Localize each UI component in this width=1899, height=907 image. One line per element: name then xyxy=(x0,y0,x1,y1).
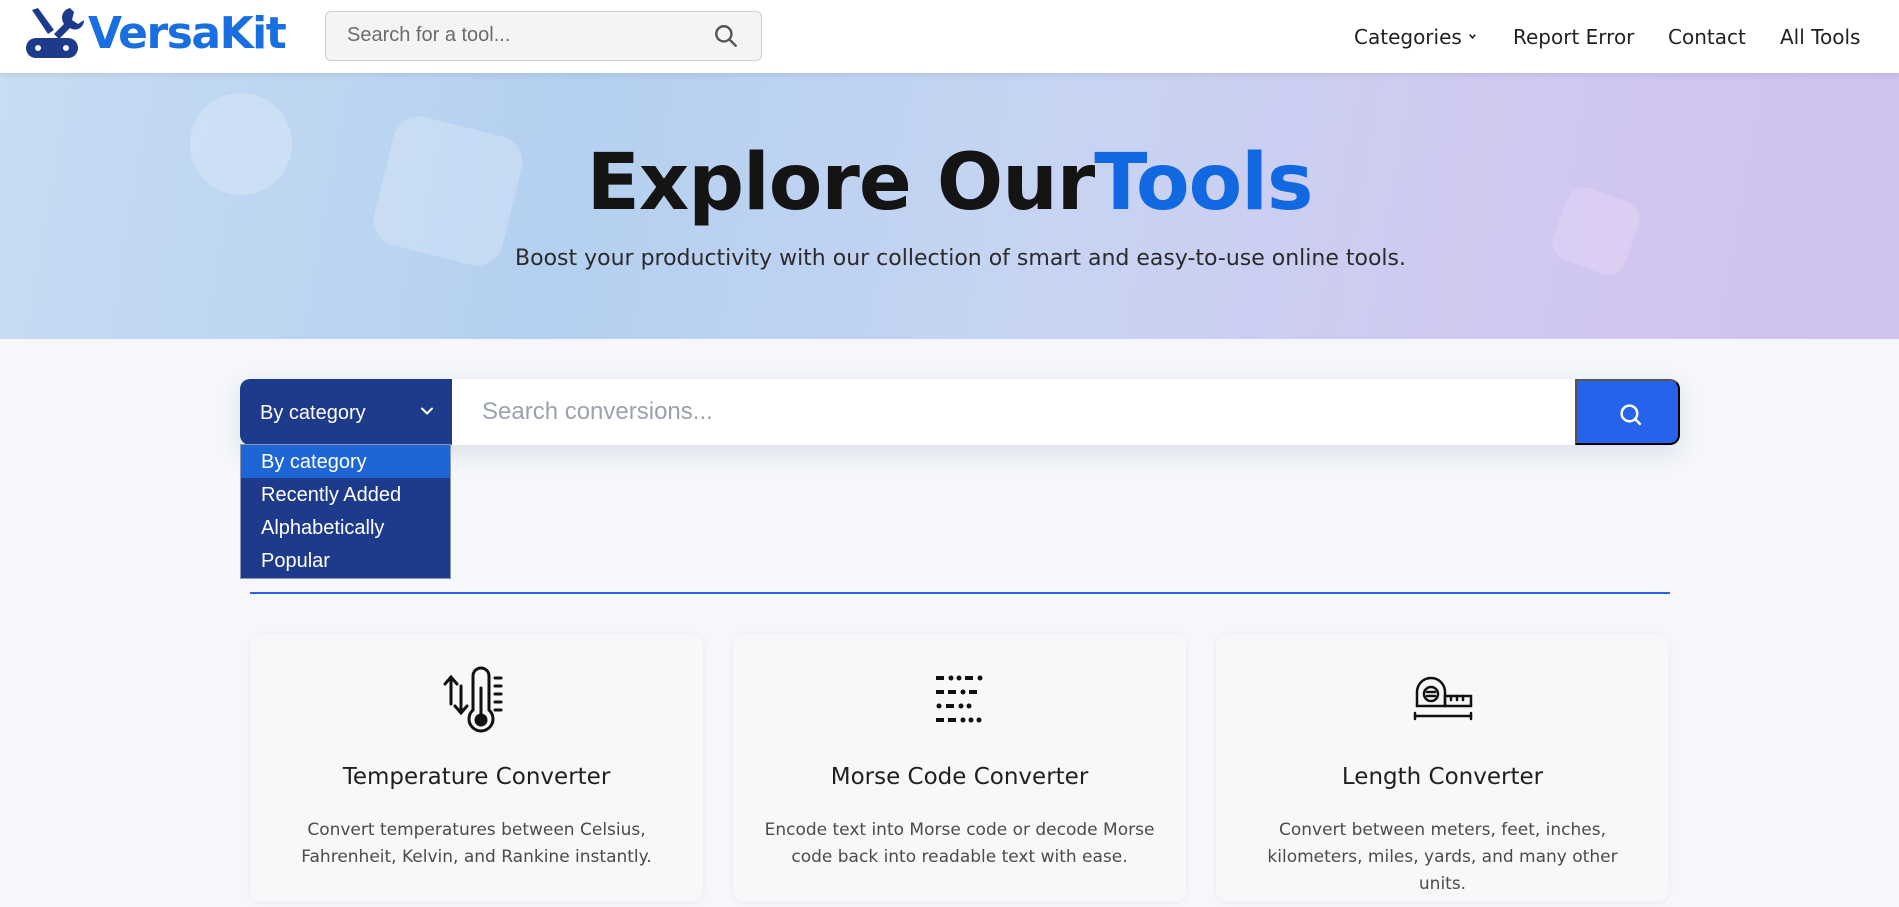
header-search-input[interactable] xyxy=(326,12,686,58)
brand-logo[interactable]: VersaKit xyxy=(24,4,287,62)
hero-title-main: Explore Our xyxy=(586,138,1096,228)
swiss-knife-icon xyxy=(26,8,84,58)
site-header: VersaKit Categories Report Error Contact… xyxy=(0,0,1899,73)
header-search xyxy=(325,11,762,61)
conversion-search xyxy=(452,379,1575,445)
chevron-down-icon xyxy=(421,407,433,415)
hero-title: Explore OurTools xyxy=(0,138,1899,228)
tool-card-temperature[interactable]: Temperature Converter Convert temperatur… xyxy=(250,634,703,902)
sort-select[interactable]: By category xyxy=(240,379,452,445)
nav-contact[interactable]: Contact xyxy=(1668,25,1746,49)
search-icon[interactable] xyxy=(713,23,739,49)
section-divider xyxy=(250,592,1670,594)
tool-card-title: Temperature Converter xyxy=(342,764,611,790)
tool-card-description: Encode text into Morse code or decode Mo… xyxy=(764,820,1155,867)
tool-card-length[interactable]: Length Converter Convert between meters,… xyxy=(1216,634,1669,902)
tool-card-description: Convert temperatures between Celsius, Fa… xyxy=(301,820,652,867)
morse-code-icon xyxy=(936,675,983,723)
tape-measure-icon xyxy=(1413,676,1473,721)
nav-categories-label: Categories xyxy=(1354,25,1462,49)
thermometer-icon xyxy=(443,666,503,733)
sort-select-value: By category xyxy=(260,402,366,424)
nav-categories[interactable]: Categories xyxy=(1354,25,1477,49)
sort-option-by-category[interactable]: By category xyxy=(241,445,450,478)
nav-all-tools[interactable]: All Tools xyxy=(1780,25,1860,49)
search-icon xyxy=(1620,404,1642,426)
chevron-down-icon xyxy=(1468,34,1476,40)
search-button[interactable] xyxy=(1575,379,1680,445)
tool-card-description: Convert between meters, feet, inches, ki… xyxy=(1267,820,1618,894)
hero-subtitle: Boost your productivity with our collect… xyxy=(515,246,1406,271)
sort-option-recently-added[interactable]: Recently Added xyxy=(241,478,450,511)
conversion-search-input[interactable] xyxy=(452,379,1575,445)
brand-name: VersaKit xyxy=(88,7,287,59)
tool-card-title: Length Converter xyxy=(1341,764,1544,790)
tool-card-title: Morse Code Converter xyxy=(830,764,1089,790)
tool-card-morse[interactable]: Morse Code Converter Encode text into Mo… xyxy=(733,634,1186,902)
hero-title-accent: Tools xyxy=(1094,138,1313,228)
hero-banner: Explore OurTools Boost your productivity… xyxy=(0,73,1899,339)
sort-options-dropdown: By category Recently Added Alphabeticall… xyxy=(240,444,451,579)
nav-report-error[interactable]: Report Error xyxy=(1513,25,1634,49)
tool-filter-bar: By category xyxy=(240,379,1680,445)
sort-option-popular[interactable]: Popular xyxy=(241,544,450,577)
sort-option-alphabetically[interactable]: Alphabetically xyxy=(241,511,450,544)
